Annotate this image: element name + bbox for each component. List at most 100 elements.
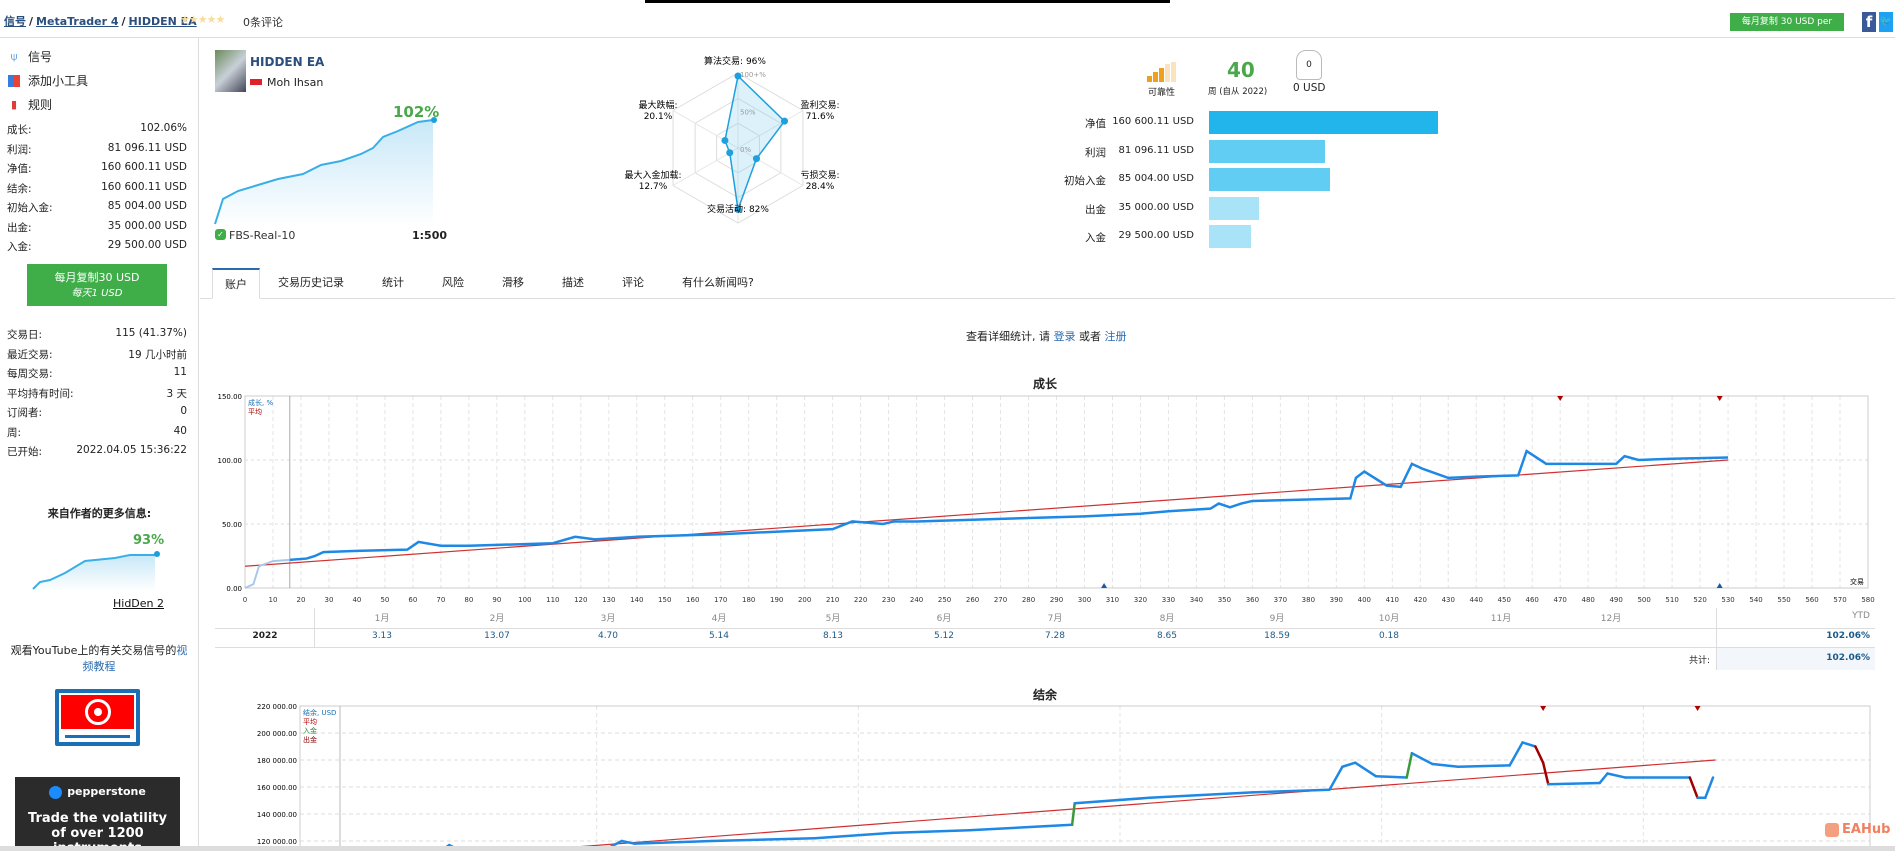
- sidebar-item-label: 信号: [28, 50, 53, 64]
- sidebar-item-signals[interactable]: ⍦ 信号: [8, 48, 52, 65]
- signal-name[interactable]: HIDDEN EA: [250, 55, 324, 69]
- tab[interactable]: 有什么新闻吗?: [670, 268, 766, 299]
- x-tick-label: 10: [269, 596, 278, 604]
- weeks-label: 周 (自从 2022): [1208, 87, 1268, 97]
- x-tick-label: 370: [1274, 596, 1287, 604]
- sidebar-item-label: 规则: [28, 98, 53, 112]
- subscribers-icon: 0: [1296, 50, 1322, 80]
- radar-point: [781, 117, 789, 125]
- watermark-text: EAHub: [1842, 822, 1891, 837]
- horizontal-scrollbar[interactable]: [0, 846, 1895, 851]
- bar-label: 净值: [1085, 118, 1106, 130]
- x-tick-label: 150: [658, 596, 671, 604]
- bar-value: 35 000.00 USD: [1118, 202, 1194, 213]
- x-tick-label: 410: [1386, 596, 1399, 604]
- x-tick-label: 520: [1693, 596, 1706, 604]
- signal-growth-value: 102%: [393, 103, 440, 121]
- stat-row: 交易日: 115 (41.37%): [7, 327, 187, 342]
- top-bar: [0, 0, 1895, 38]
- stat-label: 初始入金:: [7, 202, 53, 214]
- withdrawal-marker: [1694, 706, 1701, 711]
- balance-chart[interactable]: 120 000.00 140 000.00 160 000.00 180 000.00…: [200, 700, 1895, 851]
- x-tick-label: 180: [742, 596, 755, 604]
- register-link[interactable]: 注册: [1105, 330, 1127, 343]
- tab[interactable]: 统计: [370, 268, 416, 299]
- stat-label: 最近交易:: [7, 348, 53, 361]
- breadcrumb-separator: /: [29, 15, 34, 28]
- x-tick-label: 320: [1134, 596, 1147, 604]
- stat-label: 交易日:: [7, 329, 43, 341]
- stat-value: 19 几小时前: [128, 348, 187, 361]
- author-name[interactable]: Moh Ihsan: [267, 76, 323, 89]
- copy-signal-button[interactable]: 每月复制 30 USD per: [1730, 13, 1844, 31]
- x-tick-label: 220: [854, 596, 867, 604]
- growth-chart[interactable]: 0 10 20 30 40 50 60 70 80 90 100 110 120 130 140 150 160…: [200, 390, 1895, 615]
- twitter-icon[interactable]: 🐦: [1879, 12, 1893, 32]
- balance-segment: [813, 831, 894, 840]
- tab[interactable]: 交易历史记录: [266, 268, 356, 299]
- average-line: [514, 759, 1716, 851]
- rating-stars[interactable]: ★★★★★: [180, 13, 225, 26]
- radar-value: 71.6%: [806, 112, 835, 122]
- stat-label: 入金:: [7, 241, 32, 253]
- radar-label: 算法交易: 96%: [704, 55, 766, 67]
- legend-item: 出金: [303, 735, 317, 744]
- x-tick-label: 350: [1218, 596, 1231, 604]
- other-signal-link[interactable]: HidDen 2: [113, 597, 164, 610]
- tab[interactable]: 描述: [550, 268, 596, 299]
- month-value: 0.18: [1378, 631, 1400, 641]
- breadcrumb-signals[interactable]: 信号: [4, 15, 26, 28]
- avatar[interactable]: [215, 50, 246, 92]
- x-tick-label: 550: [1777, 596, 1790, 604]
- x-tick-label: 190: [770, 596, 783, 604]
- leverage: 1:500: [412, 229, 448, 242]
- pepperstone-ad[interactable]: pepperstone Trade the volatility of over…: [15, 777, 180, 856]
- stat-label: 成长:: [7, 124, 32, 136]
- stat-value: 85 004.00 USD: [107, 200, 187, 212]
- month-value: 18.59: [1264, 631, 1290, 641]
- y-tick-label: 180 000.00: [257, 757, 297, 765]
- balance-segment: [1521, 741, 1537, 748]
- x-tick-label: 90: [492, 596, 501, 604]
- sidebar-item-add-widget[interactable]: 添加小工具: [8, 72, 88, 89]
- x-tick-label: 340: [1190, 596, 1203, 604]
- balance-segment: [1598, 772, 1609, 785]
- reviews-count[interactable]: 0条评论: [243, 14, 283, 30]
- tab[interactable]: 账户: [212, 268, 260, 299]
- stat-value: 102.06%: [140, 122, 187, 134]
- video-tutorial-icon[interactable]: [55, 689, 140, 746]
- reliability-icon: [1147, 62, 1176, 82]
- tab[interactable]: 滑移: [490, 268, 536, 299]
- login-link[interactable]: 登录: [1054, 330, 1076, 343]
- balance-segment: [1431, 762, 1460, 768]
- month-header: 10月: [1378, 614, 1400, 624]
- breadcrumb-mt4[interactable]: MetaTrader 4: [36, 15, 118, 28]
- y-tick-label: 150.00: [218, 393, 243, 401]
- x-tick-label: 130: [602, 596, 615, 604]
- stat-row: 周: 40: [7, 425, 187, 440]
- x-tick-label: 490: [1609, 596, 1622, 604]
- balance-segment: [1704, 776, 1715, 800]
- stat-value: 29 500.00 USD: [107, 239, 187, 251]
- copy-monthly-button[interactable]: 每月复制30 USD 每天1 USD: [27, 264, 167, 306]
- tab[interactable]: 评论: [610, 268, 656, 299]
- login-prompt-or: 或者: [1079, 330, 1101, 343]
- bar-label: 利润: [1085, 147, 1106, 159]
- x-tick-label: 260: [966, 596, 979, 604]
- x-tick-label: 460: [1526, 596, 1539, 604]
- month-header: 3月: [600, 614, 616, 624]
- other-signal-endpoint: [154, 551, 160, 557]
- other-signal-growth: 93%: [133, 533, 165, 548]
- signal-growth-area: [215, 120, 433, 227]
- breadcrumb: 信号 / MetaTrader 4/HIDDEN EA: [4, 13, 197, 29]
- sidebar-item-rules[interactable]: ▮ 规则: [8, 96, 52, 113]
- facebook-icon[interactable]: f: [1862, 12, 1876, 32]
- month-header: 1月: [374, 614, 390, 624]
- x-tick-label: 400: [1358, 596, 1371, 604]
- x-tick-label: 170: [714, 596, 727, 604]
- stat-label: 出金:: [7, 221, 32, 234]
- top-black-bar: [645, 0, 1170, 3]
- radar-label: 亏损交易:: [800, 169, 839, 181]
- tab[interactable]: 风险: [430, 268, 476, 299]
- balance-segment: [1374, 774, 1408, 779]
